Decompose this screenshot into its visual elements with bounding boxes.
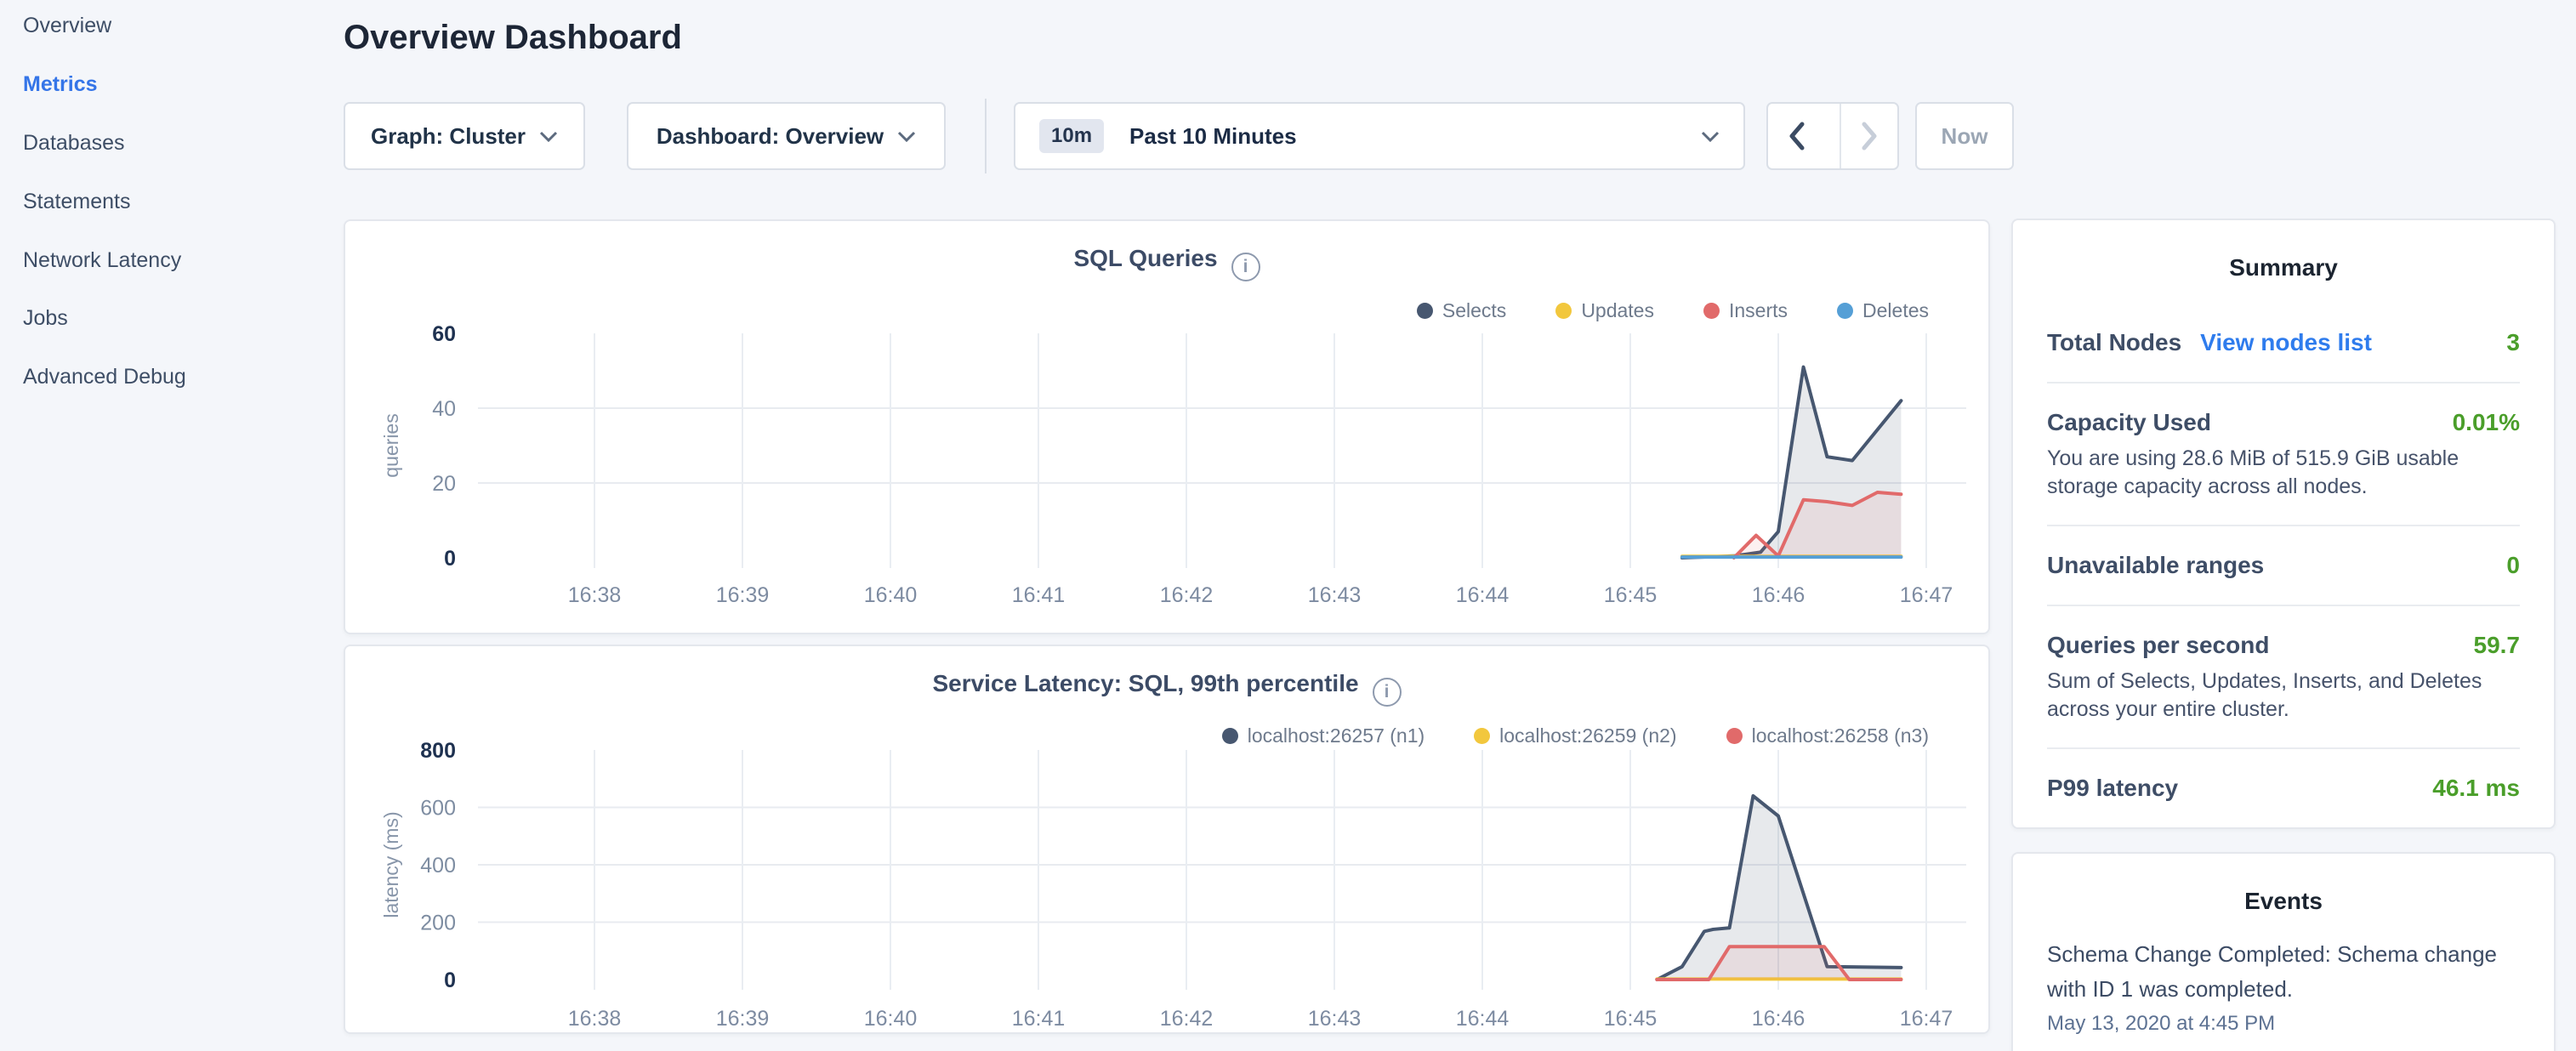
chevron-down-icon bbox=[897, 131, 916, 142]
y-axis-title: queries bbox=[380, 413, 402, 477]
y-tick-label: 20 bbox=[432, 472, 456, 496]
y-tick-label: 60 bbox=[432, 322, 456, 346]
summary-label: P99 latency bbox=[2047, 773, 2178, 804]
time-step-back-button[interactable] bbox=[1768, 104, 1826, 168]
x-tick-label: 16:39 bbox=[716, 1007, 770, 1031]
x-tick-label: 16:38 bbox=[568, 583, 622, 607]
sidebar-item-jobs[interactable]: Jobs bbox=[23, 303, 68, 333]
event-item-text: Schema Change Completed: Schema change w… bbox=[2047, 937, 2520, 1007]
x-tick-label: 16:38 bbox=[568, 1007, 622, 1031]
sidebar: Overview Metrics Databases Statements Ne… bbox=[0, 0, 332, 1051]
view-nodes-list-link[interactable]: View nodes list bbox=[2200, 329, 2372, 356]
x-tick-label: 16:40 bbox=[864, 1007, 918, 1031]
x-tick-label: 16:47 bbox=[1900, 1007, 1953, 1031]
x-tick-label: 16:42 bbox=[1160, 1007, 1214, 1031]
time-step-buttons bbox=[1766, 102, 1899, 170]
event-item-date: May 13, 2020 at 4:45 PM bbox=[2047, 1012, 2520, 1036]
summary-value: 0 bbox=[2506, 552, 2520, 579]
sidebar-item-metrics[interactable]: Metrics bbox=[23, 69, 98, 99]
x-tick-label: 16:40 bbox=[864, 583, 918, 607]
x-tick-label: 16:43 bbox=[1308, 1007, 1362, 1031]
x-tick-label: 16:45 bbox=[1604, 583, 1658, 607]
events-panel: Events Schema Change Completed: Schema c… bbox=[2011, 852, 2556, 1051]
y-tick-label: 400 bbox=[420, 854, 456, 878]
x-tick-label: 16:46 bbox=[1752, 583, 1805, 607]
graph-dropdown[interactable]: Graph: Cluster bbox=[344, 102, 585, 170]
time-range-picker[interactable]: 10m Past 10 Minutes bbox=[1014, 102, 1745, 170]
y-tick-label: 200 bbox=[420, 912, 456, 935]
summary-value: 59.7 bbox=[2474, 632, 2521, 659]
x-tick-label: 16:44 bbox=[1456, 1007, 1510, 1031]
sql-queries-plot: 16:38 16:39 16:40 16:41 16:42 16:43 16:44 16:45… bbox=[345, 221, 1992, 636]
summary-row-total-nodes: Total Nodes View nodes list 3 bbox=[2047, 304, 2520, 383]
controls-divider bbox=[985, 99, 987, 173]
summary-panel: Summary Total Nodes View nodes list 3 Ca… bbox=[2011, 219, 2556, 829]
x-tick-label: 16:39 bbox=[716, 583, 770, 607]
sidebar-item-databases[interactable]: Databases bbox=[23, 128, 125, 158]
y-tick-label: 0 bbox=[444, 969, 456, 992]
x-tick-label: 16:47 bbox=[1900, 583, 1953, 607]
graph-dropdown-label: Graph: Cluster bbox=[371, 123, 526, 150]
summary-label: Unavailable ranges bbox=[2047, 550, 2264, 581]
time-range-label: Past 10 Minutes bbox=[1129, 123, 1687, 150]
x-tick-label: 16:44 bbox=[1456, 583, 1510, 607]
summary-label: Capacity Used bbox=[2047, 407, 2211, 438]
chevron-left-icon bbox=[1788, 122, 1805, 151]
chevron-right-icon bbox=[1861, 122, 1878, 151]
summary-value: 46.1 ms bbox=[2432, 775, 2520, 802]
y-tick-label: 800 bbox=[420, 739, 456, 763]
x-tick-label: 16:41 bbox=[1012, 1007, 1066, 1031]
y-tick-label: 600 bbox=[420, 797, 456, 821]
summary-heading: Summary bbox=[2047, 253, 2520, 283]
chevron-down-icon bbox=[1701, 131, 1720, 142]
summary-row-p99-latency: P99 latency 46.1 ms bbox=[2047, 749, 2520, 827]
dashboard-dropdown[interactable]: Dashboard: Overview bbox=[627, 102, 946, 170]
chevron-down-icon bbox=[539, 131, 558, 142]
service-latency-plot: 16:38 16:39 16:40 16:41 16:42 16:43 16:44 16:45… bbox=[345, 646, 1992, 1036]
y-tick-label: 0 bbox=[444, 547, 456, 571]
time-range-chip: 10m bbox=[1039, 119, 1104, 153]
summary-row-unavailable-ranges: Unavailable ranges 0 bbox=[2047, 526, 2520, 606]
summary-row-capacity-used: Capacity Used 0.01% You are using 28.6 M… bbox=[2047, 383, 2520, 526]
x-tick-label: 16:46 bbox=[1752, 1007, 1805, 1031]
sidebar-item-advanced-debug[interactable]: Advanced Debug bbox=[23, 361, 186, 392]
sql-queries-chart-card: SQL Queriesi SelectsUpdatesInsertsDelete… bbox=[344, 219, 1990, 634]
summary-value: 0.01% bbox=[2453, 409, 2520, 436]
summary-value: 3 bbox=[2506, 329, 2520, 356]
sidebar-item-network-latency[interactable]: Network Latency bbox=[23, 245, 181, 276]
summary-row-queries-per-second: Queries per second 59.7 Sum of Selects, … bbox=[2047, 606, 2520, 749]
dashboard-dropdown-label: Dashboard: Overview bbox=[657, 123, 884, 150]
now-button[interactable]: Now bbox=[1915, 102, 2014, 170]
page-title: Overview Dashboard bbox=[344, 19, 682, 57]
summary-subtext: You are using 28.6 MiB of 515.9 GiB usab… bbox=[2047, 445, 2520, 501]
sidebar-item-statements[interactable]: Statements bbox=[23, 186, 130, 217]
x-tick-label: 16:41 bbox=[1012, 583, 1066, 607]
x-tick-label: 16:45 bbox=[1604, 1007, 1658, 1031]
sidebar-item-overview[interactable]: Overview bbox=[23, 10, 111, 41]
x-tick-label: 16:42 bbox=[1160, 583, 1214, 607]
y-tick-label: 40 bbox=[432, 397, 456, 421]
summary-label: Total Nodes bbox=[2047, 327, 2181, 358]
summary-label: Queries per second bbox=[2047, 630, 2269, 661]
events-heading: Events bbox=[2047, 886, 2520, 917]
x-tick-label: 16:43 bbox=[1308, 583, 1362, 607]
y-axis-title: latency (ms) bbox=[380, 811, 402, 917]
summary-subtext: Sum of Selects, Updates, Inserts, and De… bbox=[2047, 668, 2520, 724]
service-latency-chart-card: Service Latency: SQL, 99th percentilei l… bbox=[344, 645, 1990, 1034]
time-step-forward-button[interactable] bbox=[1840, 104, 1897, 168]
